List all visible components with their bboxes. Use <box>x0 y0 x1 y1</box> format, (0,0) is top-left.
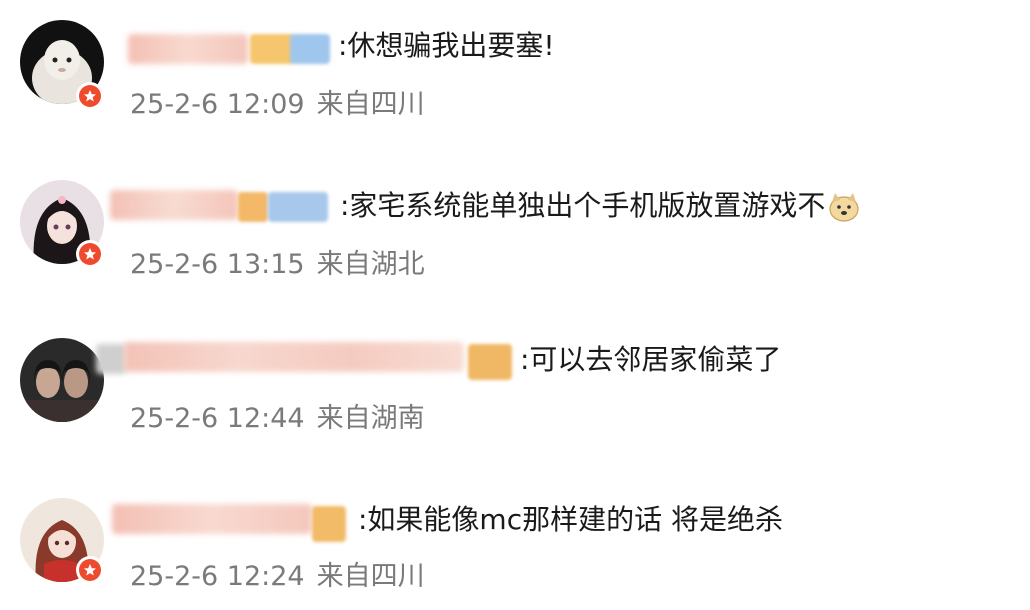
verified-badge <box>76 240 104 268</box>
user-medal-icon <box>238 192 268 222</box>
username-redacted[interactable] <box>96 344 126 374</box>
doge-emoji-icon <box>829 193 860 222</box>
level-badge-icon <box>268 192 328 222</box>
comment-location: 来自湖北 <box>316 249 425 280</box>
comment-location: 来自四川 <box>316 561 425 592</box>
comment-meta: 25-2-6 13:15 来自湖北 <box>130 248 437 282</box>
comment-item: :如果能像mc那样建的话 将是绝杀 25-2-6 12:24 来自四川 <box>0 0 1030 592</box>
comment-location: 来自湖南 <box>316 403 425 434</box>
verified-badge <box>76 556 104 584</box>
comment-text-content: :家宅系统能单独出个手机版放置游戏不 <box>340 189 826 222</box>
user-avatar[interactable] <box>20 338 104 422</box>
comment-meta: 25-2-6 12:44 来自湖南 <box>130 402 437 436</box>
username-redacted[interactable] <box>110 190 238 220</box>
comment-date: 25-2-6 12:44 <box>130 403 305 434</box>
user-medal-icon <box>312 506 346 542</box>
two-people-photo-avatar-icon <box>20 338 104 422</box>
comment-date: 25-2-6 12:24 <box>130 561 305 592</box>
comment-text: :家宅系统能单独出个手机版放置游戏不 <box>340 188 861 224</box>
star-icon <box>84 248 96 260</box>
star-icon <box>84 564 96 576</box>
comment-text: :如果能像mc那样建的话 将是绝杀 <box>358 503 784 536</box>
username-redacted[interactable] <box>124 342 464 372</box>
comment-date: 25-2-6 13:15 <box>130 249 305 280</box>
user-medal-icon <box>468 344 512 380</box>
comment-meta: 25-2-6 12:24 来自四川 <box>130 560 437 594</box>
username-redacted[interactable] <box>112 504 312 534</box>
comment-text: :可以去邻居家偷菜了 <box>520 343 782 376</box>
